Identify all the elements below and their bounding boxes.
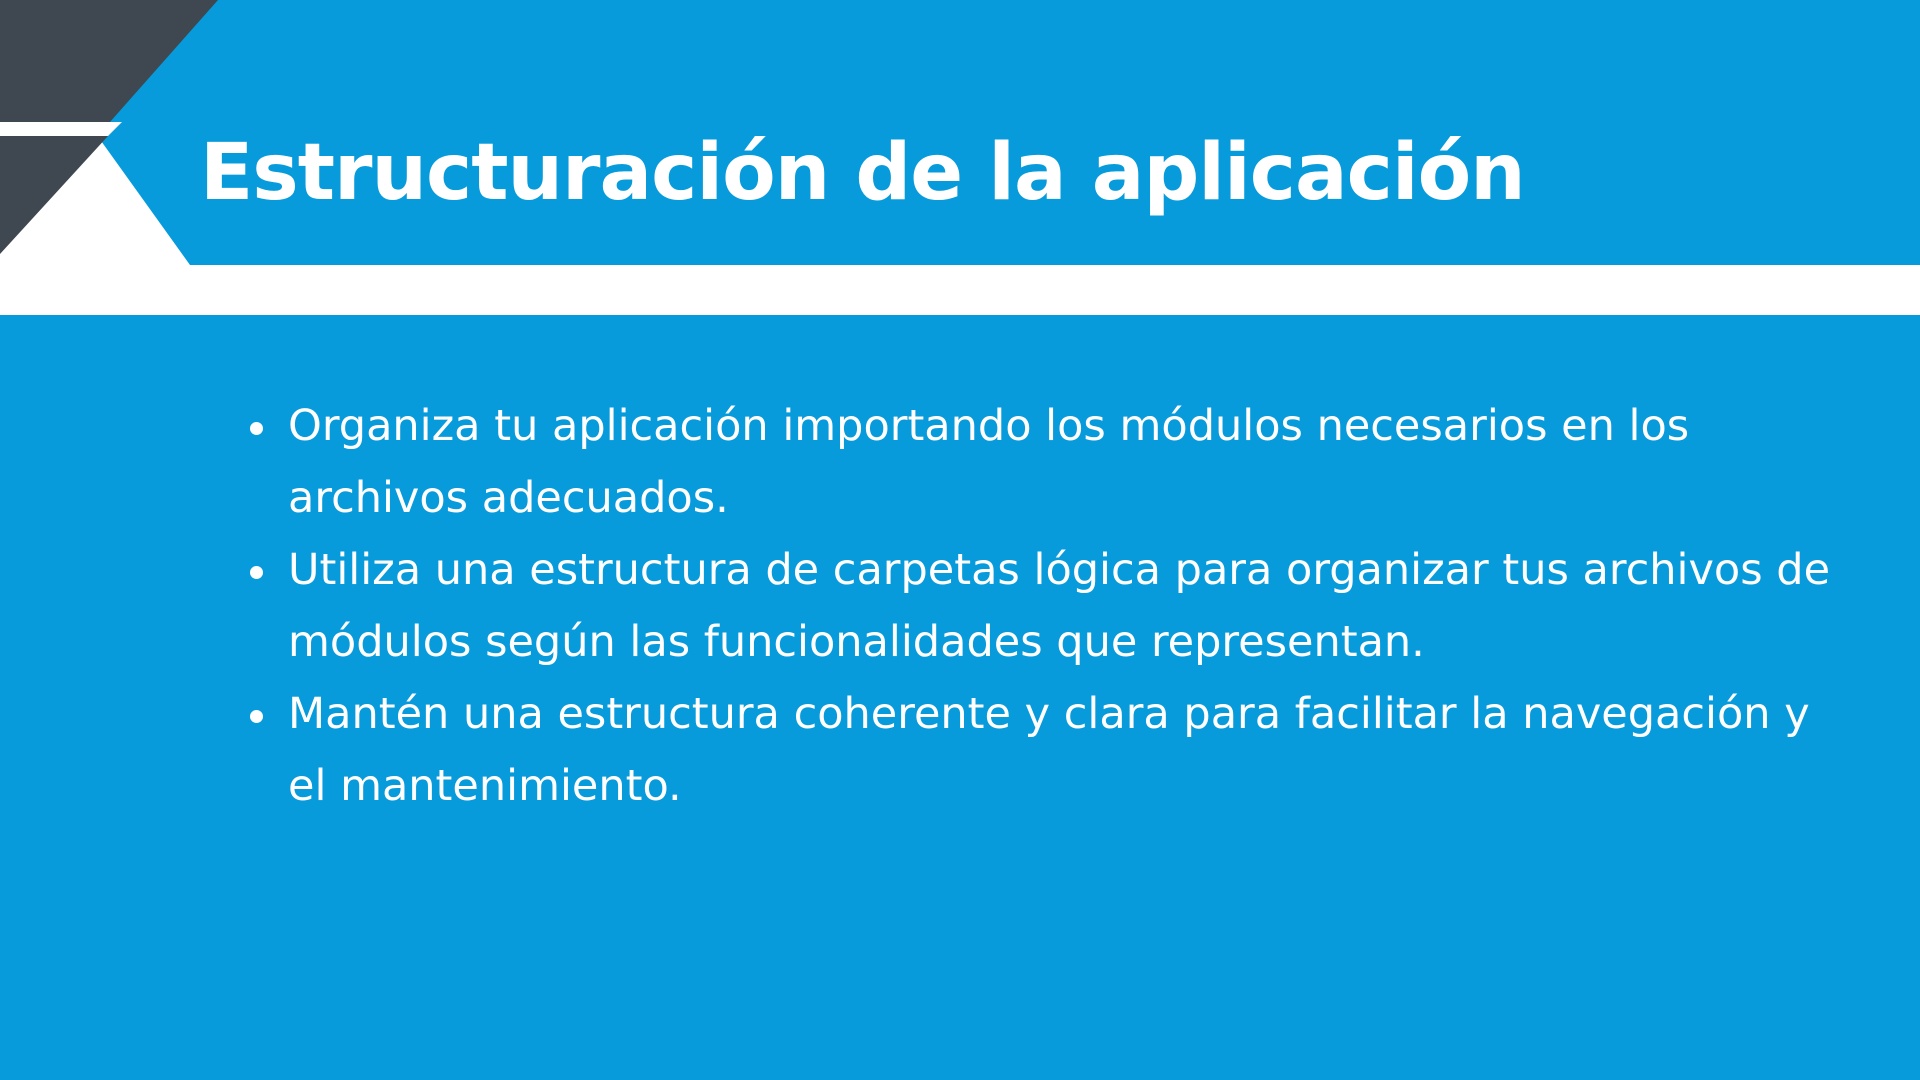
decorative-dark-triangle [0, 136, 108, 254]
bullet-item: Mantén una estructura coherente y clara … [250, 678, 1850, 822]
bullet-item: Organiza tu aplicación importando los mó… [250, 390, 1850, 534]
white-separator-band [0, 265, 1920, 315]
bullet-item: Utiliza una estructura de carpetas lógic… [250, 534, 1850, 678]
bullet-list: Organiza tu aplicación importando los mó… [250, 390, 1850, 822]
presentation-slide: Estructuración de la aplicación Organiza… [0, 0, 1920, 1080]
slide-title: Estructuración de la aplicación [200, 128, 1526, 218]
